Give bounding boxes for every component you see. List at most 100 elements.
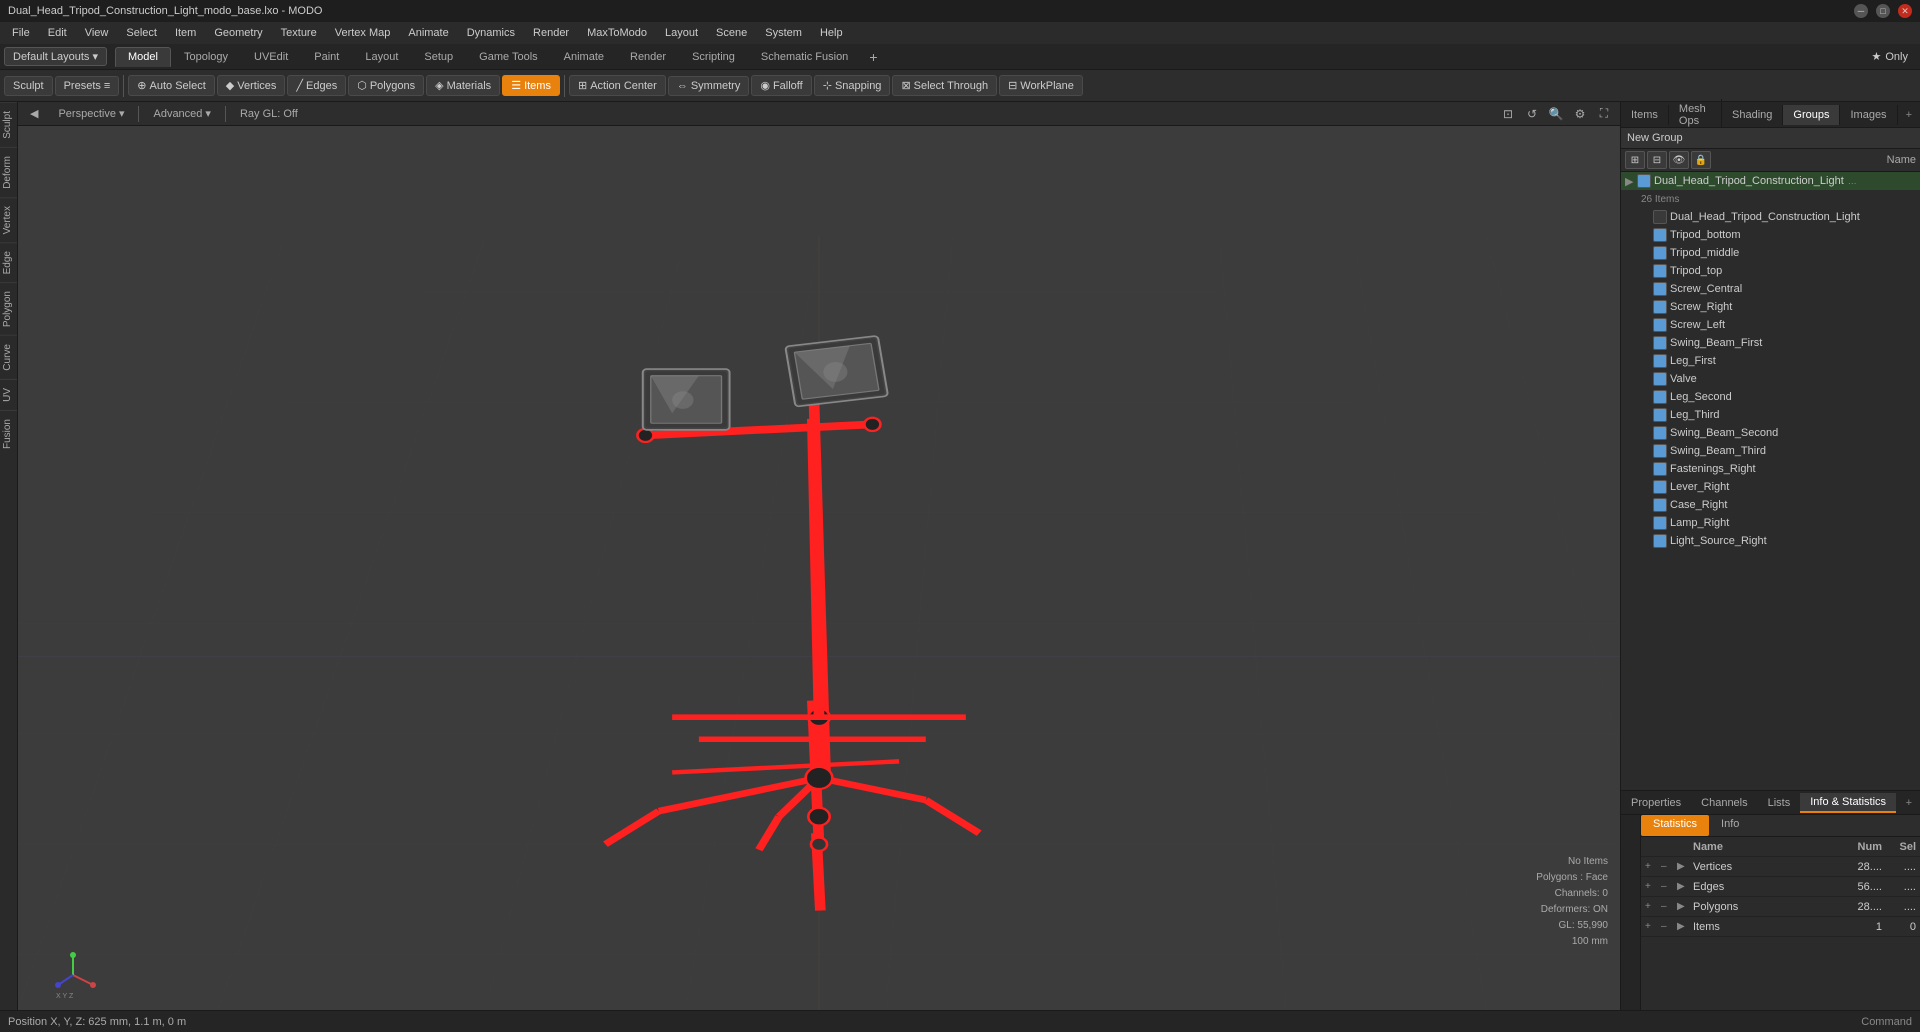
sidebar-vertex[interactable]: Vertex (0, 197, 17, 242)
tree-item-14[interactable]: Fastenings_Right (1621, 460, 1920, 478)
tree-item-4[interactable]: Screw_Central (1621, 280, 1920, 298)
stats-plus-items[interactable]: + (1645, 921, 1657, 932)
group-expand-button[interactable]: ⊞ (1625, 151, 1645, 169)
item-8-checkbox[interactable] (1653, 354, 1667, 368)
group-lock-button[interactable]: 🔒 (1691, 151, 1711, 169)
sidebar-deform[interactable]: Deform (0, 147, 17, 197)
stats-row-vertices[interactable]: + – ▶ Vertices 28.... .... (1641, 857, 1920, 877)
tree-item-0[interactable]: Dual_Head_Tripod_Construction_Light (1621, 208, 1920, 226)
stats-dash-polygons[interactable]: – (1661, 901, 1673, 912)
stats-arrow-edges[interactable]: ▶ (1677, 881, 1689, 892)
root-checkbox[interactable] (1637, 174, 1651, 188)
menu-item[interactable]: Item (167, 25, 204, 41)
rpanel-tab-shading[interactable]: Shading (1722, 105, 1783, 125)
tree-item-3[interactable]: Tripod_top (1621, 262, 1920, 280)
materials-button[interactable]: ◈ Materials (426, 75, 500, 96)
auto-select-button[interactable]: ⊕ Auto Select (128, 75, 214, 96)
lpanel-tab-properties[interactable]: Properties (1621, 794, 1691, 812)
minimize-button[interactable]: ─ (1854, 4, 1868, 18)
item-12-checkbox[interactable] (1653, 426, 1667, 440)
item-18-checkbox[interactable] (1653, 534, 1667, 548)
rpanel-tab-items[interactable]: Items (1621, 105, 1669, 125)
stats-tab-info[interactable]: Info (1709, 815, 1751, 836)
item-13-checkbox[interactable] (1653, 444, 1667, 458)
tab-render[interactable]: Render (617, 47, 679, 67)
tree-item-15[interactable]: Lever_Right (1621, 478, 1920, 496)
tree-item-13[interactable]: Swing_Beam_Third (1621, 442, 1920, 460)
select-through-button[interactable]: ⊠ Select Through (892, 75, 997, 96)
tree-item-2[interactable]: Tripod_middle (1621, 244, 1920, 262)
menu-system[interactable]: System (757, 25, 810, 41)
tab-setup[interactable]: Setup (411, 47, 466, 67)
item-2-checkbox[interactable] (1653, 246, 1667, 260)
menu-select[interactable]: Select (118, 25, 165, 41)
tree-item-11[interactable]: Leg_Third (1621, 406, 1920, 424)
menu-vertex-map[interactable]: Vertex Map (327, 25, 399, 41)
viewport[interactable]: ◀ Perspective ▾ Advanced ▾ Ray GL: Off ⊡… (18, 102, 1620, 1010)
tree-item-10[interactable]: Leg_Second (1621, 388, 1920, 406)
sidebar-fusion[interactable]: Fusion (0, 410, 17, 457)
lpanel-tab-channels[interactable]: Channels (1691, 794, 1757, 812)
items-button[interactable]: ☰ Items (502, 75, 560, 96)
tree-item-7[interactable]: Swing_Beam_First (1621, 334, 1920, 352)
sculpt-button[interactable]: Sculpt (4, 76, 53, 96)
item-17-checkbox[interactable] (1653, 516, 1667, 530)
tree-item-16[interactable]: Case_Right (1621, 496, 1920, 514)
viewport-arrow-left[interactable]: ◀ (24, 105, 44, 122)
group-eye-button[interactable]: 👁 (1669, 151, 1689, 169)
layouts-dropdown[interactable]: Default Layouts ▾ (4, 47, 107, 66)
workplane-button[interactable]: ⊟ WorkPlane (999, 75, 1083, 96)
tab-topology[interactable]: Topology (171, 47, 241, 67)
item-6-checkbox[interactable] (1653, 318, 1667, 332)
group-collapse-button[interactable]: ⊟ (1647, 151, 1667, 169)
zoom-in-button[interactable]: 🔍 (1546, 104, 1566, 124)
tree-item-17[interactable]: Lamp_Right (1621, 514, 1920, 532)
menu-file[interactable]: File (4, 25, 38, 41)
tree-item-5[interactable]: Screw_Right (1621, 298, 1920, 316)
sidebar-curve[interactable]: Curve (0, 335, 17, 379)
symmetry-button[interactable]: ⇔ Symmetry (668, 76, 750, 96)
viewport-ray-gl[interactable]: Ray GL: Off (234, 106, 304, 122)
item-10-checkbox[interactable] (1653, 390, 1667, 404)
tree-item-1[interactable]: Tripod_bottom (1621, 226, 1920, 244)
maximize-button[interactable]: □ (1876, 4, 1890, 18)
tab-animate[interactable]: Animate (551, 47, 617, 67)
tree-item-18[interactable]: Light_Source_Right (1621, 532, 1920, 550)
expand-button[interactable]: ⛶ (1594, 104, 1614, 124)
stats-plus-edges[interactable]: + (1645, 881, 1657, 892)
add-layout-button[interactable]: + (861, 46, 885, 68)
undo-view-button[interactable]: ↺ (1522, 104, 1542, 124)
item-4-checkbox[interactable] (1653, 282, 1667, 296)
tab-uvedit[interactable]: UVEdit (241, 47, 301, 67)
sidebar-sculpt[interactable]: Sculpt (0, 102, 17, 147)
action-center-button[interactable]: ⊞ Action Center (569, 75, 666, 96)
tree-item-12[interactable]: Swing_Beam_Second (1621, 424, 1920, 442)
stats-row-edges[interactable]: + – ▶ Edges 56.... .... (1641, 877, 1920, 897)
item-14-checkbox[interactable] (1653, 462, 1667, 476)
stats-arrow-polygons[interactable]: ▶ (1677, 901, 1689, 912)
stats-dash-items[interactable]: – (1661, 921, 1673, 932)
settings-button[interactable]: ⚙ (1570, 104, 1590, 124)
stats-dash-vertices[interactable]: – (1661, 861, 1673, 872)
sidebar-polygon[interactable]: Polygon (0, 282, 17, 335)
stats-row-items[interactable]: + – ▶ Items 1 0 (1641, 917, 1920, 937)
item-7-checkbox[interactable] (1653, 336, 1667, 350)
tree-item-9[interactable]: Valve (1621, 370, 1920, 388)
item-11-checkbox[interactable] (1653, 408, 1667, 422)
rpanel-tab-images[interactable]: Images (1840, 105, 1897, 125)
sidebar-uv[interactable]: UV (0, 379, 17, 410)
menu-animate[interactable]: Animate (400, 25, 456, 41)
item-9-checkbox[interactable] (1653, 372, 1667, 386)
viewport-view-label[interactable]: Perspective ▾ (52, 105, 130, 122)
presets-button[interactable]: Presets ≡ (55, 76, 120, 96)
tab-paint[interactable]: Paint (301, 47, 352, 67)
menu-maxtomodo[interactable]: MaxToModo (579, 25, 655, 41)
polygons-button[interactable]: ⬡ Polygons (348, 75, 424, 96)
menu-texture[interactable]: Texture (273, 25, 325, 41)
falloff-button[interactable]: ◉ Falloff (751, 75, 811, 96)
viewport-advanced[interactable]: Advanced ▾ (147, 105, 216, 122)
stats-row-polygons[interactable]: + – ▶ Polygons 28.... .... (1641, 897, 1920, 917)
menu-scene[interactable]: Scene (708, 25, 755, 41)
snapping-button[interactable]: ⊹ Snapping (814, 75, 891, 96)
item-15-checkbox[interactable] (1653, 480, 1667, 494)
